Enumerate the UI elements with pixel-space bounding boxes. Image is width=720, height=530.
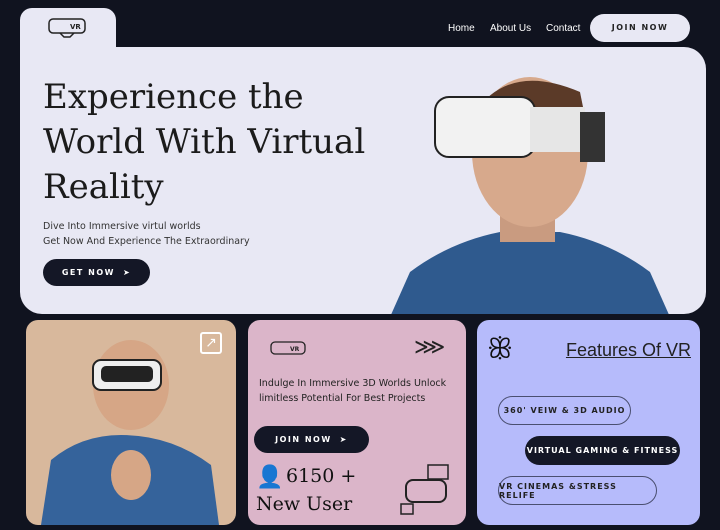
subtitle-line: Get Now And Experience The Extraordinary [43,236,250,247]
feature-pill[interactable]: VR CINEMAS &STRESS RELIFE [498,476,657,505]
card-join: VR ⋙ Indulge In Immersive 3D Worlds Unlo… [248,320,466,525]
logo-text: VR [70,23,81,31]
send-icon: ➤ [339,435,348,444]
clover-icon: ꕥ [487,332,513,365]
send-icon: ➤ [122,268,132,277]
vr-user-icon: 👤 [256,465,284,490]
hero-vr-man-image [391,77,669,314]
features-title[interactable]: Features Of VR [566,340,691,361]
hero-section: Experience the World With Virtual Realit… [20,47,706,314]
title-line: World With Virtual [43,122,366,162]
user-stat-label: New User [256,493,353,515]
hero-subtitle: Dive Into Immersive virtul worlds Get No… [43,219,250,249]
vr-man-image [41,340,219,525]
feature-pill-active[interactable]: VIRTUAL GAMING & FITNESS [525,436,680,465]
join-now-label: JOIN NOW [275,435,332,444]
nav-contact[interactable]: Contact [546,23,580,34]
join-now-button[interactable]: JOIN NOW ➤ [254,426,369,453]
get-now-label: GET NOW [61,268,115,277]
get-now-button[interactable]: GET NOW ➤ [43,259,150,286]
nav-about-us[interactable]: About Us [490,23,531,34]
card-features: ꕥ Features Of VR 360' VEIW & 3D AUDIO VI… [477,320,700,525]
text-line: limitless Potential For Best Projects [259,393,426,404]
logo-text: VR [290,346,300,353]
hero-title: Experience the World With Virtual Realit… [43,75,403,210]
text-line: Indulge In Immersive 3D Worlds Unlock [259,378,447,389]
card2-text: Indulge In Immersive 3D Worlds Unlock li… [259,376,446,406]
dotted-arrow-icon[interactable]: ⋙ [414,335,445,360]
nav-home[interactable]: Home [448,23,475,34]
join-now-button[interactable]: JOIN NOW [590,14,690,42]
user-stat: 6150 + [286,465,357,487]
title-line: Experience the [43,77,304,117]
subtitle-line: Dive Into Immersive virtul worlds [43,221,201,232]
feature-pill[interactable]: 360' VEIW & 3D AUDIO [498,396,631,425]
vr-logo-icon[interactable]: VR [48,16,86,42]
vr-headset-media-icon [400,464,449,515]
card-vr-image: ↗ [26,320,236,525]
title-line: Reality [43,167,164,207]
external-link-icon[interactable]: ↗ [200,332,222,354]
vr-logo-icon: VR [270,341,306,355]
